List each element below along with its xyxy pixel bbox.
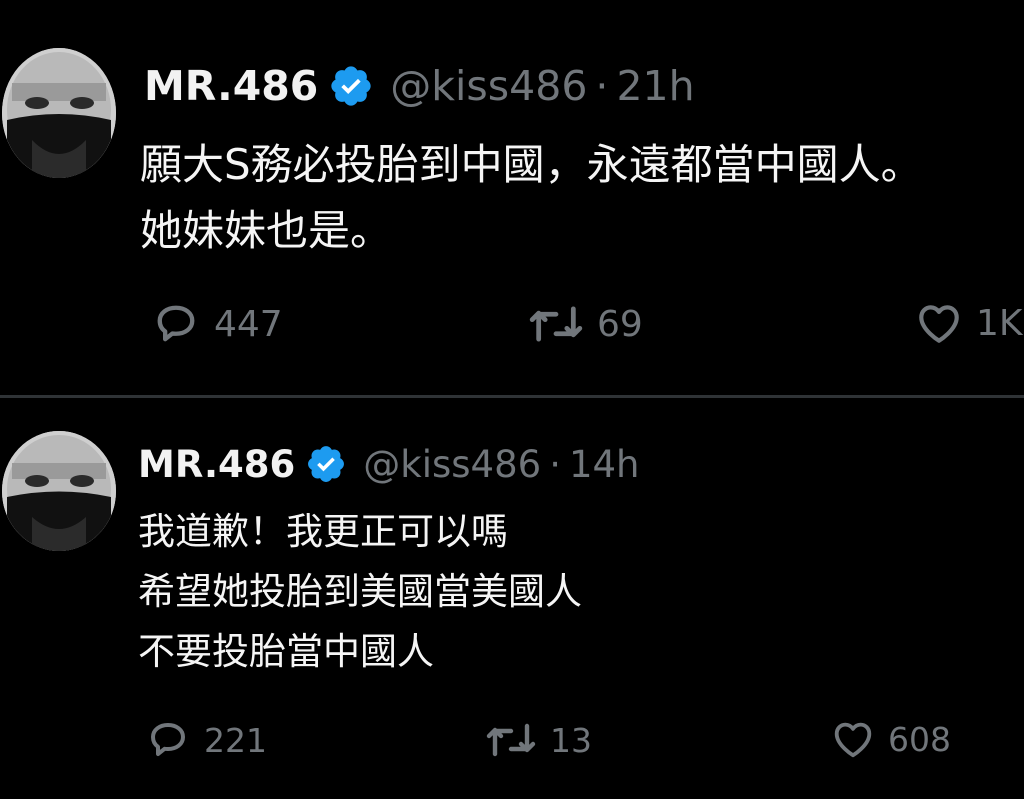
- avatar-image: [2, 431, 116, 551]
- retweet-icon: [529, 306, 583, 342]
- reply-button[interactable]: 221: [142, 716, 267, 764]
- retweet-count: 13: [550, 720, 592, 760]
- like-count: 608: [888, 719, 951, 759]
- tweet-text-line: 她妹妹也是。: [140, 206, 393, 255]
- tweet-text-line: 我道歉！我更正可以嗎: [138, 510, 508, 553]
- avatar-image: [2, 48, 116, 178]
- heart-icon: [919, 305, 959, 343]
- action-bar: 221 13 608: [0, 716, 1024, 768]
- tweet-text: 我道歉！我更正可以嗎 希望她投胎到美國當美國人 不要投胎當中國人: [138, 502, 582, 682]
- tweet-text-line: 不要投胎當中國人: [138, 630, 434, 673]
- tweet-header: MR.486 @kiss486 · 14h: [138, 436, 639, 492]
- verified-badge-icon: [305, 443, 347, 485]
- avatar[interactable]: [2, 431, 116, 551]
- like-count: 1K: [976, 302, 1023, 344]
- heart-icon: [834, 722, 872, 758]
- reply-icon: [151, 723, 185, 756]
- retweet-icon: [486, 723, 536, 757]
- reply-button[interactable]: 447: [148, 298, 283, 350]
- like-button[interactable]: 1K: [912, 298, 1023, 348]
- tweet[interactable]: MR.486 @kiss486 · 14h 我道歉！我更正可以嗎 希望她投胎到美…: [0, 398, 1024, 799]
- reply-count: 221: [204, 720, 267, 760]
- separator: ·: [595, 62, 609, 110]
- display-name[interactable]: MR.486: [138, 443, 295, 486]
- handle[interactable]: @kiss486: [363, 443, 541, 486]
- action-bar: 447 69 1K: [0, 298, 1024, 354]
- retweet-button[interactable]: 69: [525, 298, 643, 350]
- handle[interactable]: @kiss486: [390, 62, 587, 110]
- tweet[interactable]: MR.486 @kiss486 · 21h 願大S務必投胎到中國，永遠都當中國人…: [0, 0, 1024, 396]
- timestamp[interactable]: 21h: [616, 62, 694, 110]
- retweet-button[interactable]: 13: [482, 716, 592, 764]
- verified-badge-icon: [328, 63, 374, 109]
- retweet-count: 69: [597, 303, 643, 345]
- like-button[interactable]: 608: [828, 716, 951, 762]
- tweet-text-line: 願大S務必投胎到中國，永遠都當中國人。: [140, 140, 923, 189]
- tweet-text: 願大S務必投胎到中國，永遠都當中國人。 她妹妹也是。: [140, 132, 923, 264]
- tweet-header: MR.486 @kiss486 · 21h: [144, 56, 695, 116]
- avatar[interactable]: [2, 48, 116, 178]
- tweet-text-line: 希望她投胎到美國當美國人: [138, 570, 582, 613]
- reply-count: 447: [214, 303, 283, 345]
- display-name[interactable]: MR.486: [144, 62, 318, 110]
- separator: ·: [549, 442, 561, 486]
- timestamp[interactable]: 14h: [569, 443, 640, 486]
- reply-icon: [157, 305, 195, 342]
